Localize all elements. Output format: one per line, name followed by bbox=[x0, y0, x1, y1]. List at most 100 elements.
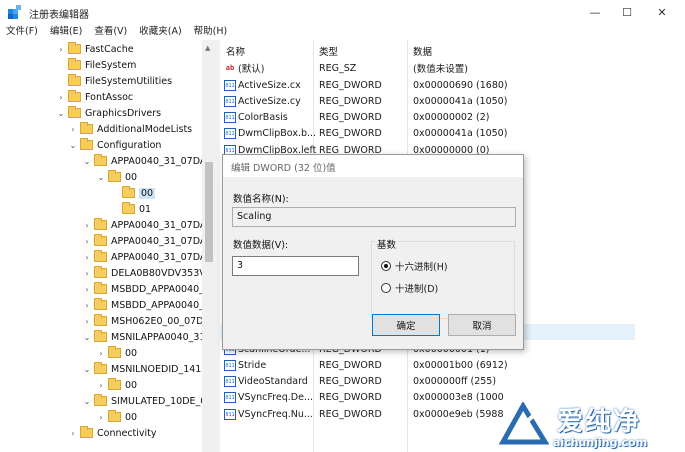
tree-item[interactable]: › 00 bbox=[96, 409, 137, 425]
chevron-right-icon[interactable]: › bbox=[96, 413, 106, 422]
tree-item[interactable]: 01 bbox=[110, 201, 151, 217]
scroll-up-icon[interactable]: ▲ bbox=[205, 44, 210, 52]
value-data-label: 数值数据(V): bbox=[233, 240, 289, 251]
chevron-right-icon[interactable]: › bbox=[56, 45, 66, 54]
ok-button[interactable]: 确定 bbox=[372, 314, 440, 336]
column-header-type[interactable]: 类型 bbox=[319, 44, 338, 58]
folder-icon bbox=[80, 122, 93, 134]
list-item[interactable]: 011 VideoStandard REG_DWORD 0x000000ff (… bbox=[220, 373, 635, 389]
tree-item[interactable]: › 00 bbox=[96, 345, 137, 361]
chevron-down-icon[interactable]: ⌄ bbox=[82, 333, 92, 342]
chevron-right-icon[interactable]: › bbox=[82, 237, 92, 246]
chevron-down-icon[interactable]: ⌄ bbox=[68, 141, 78, 150]
chevron-down-icon[interactable]: ⌄ bbox=[56, 109, 66, 118]
tree-item-label: 01 bbox=[139, 203, 152, 215]
menu-favorites[interactable]: 收藏夹(A) bbox=[133, 24, 187, 40]
menu-view[interactable]: 查看(V) bbox=[88, 24, 133, 40]
chevron-right-icon[interactable]: › bbox=[56, 93, 66, 102]
tree-item-label: FontAssoc bbox=[85, 91, 134, 103]
chevron-right-icon[interactable]: › bbox=[82, 253, 92, 262]
tree-scrollbar[interactable]: ▲ bbox=[202, 40, 216, 452]
tree-item[interactable]: ⌄ 00 bbox=[96, 169, 137, 185]
hex-radio-label: 十六进制(H) bbox=[395, 262, 448, 273]
chevron-right-icon[interactable]: › bbox=[82, 285, 92, 294]
tree-item[interactable]: › APPA0040_31_07DA bbox=[82, 217, 206, 233]
folder-icon bbox=[94, 234, 107, 246]
folder-icon bbox=[94, 250, 107, 262]
tree-item-label: APPA0040_31_07DA bbox=[111, 235, 207, 247]
tree-item-label: APPA0040_31_07DA bbox=[111, 251, 207, 263]
dec-radio[interactable]: 十进制(D) bbox=[381, 281, 438, 295]
tree-item[interactable]: FileSystem bbox=[56, 57, 136, 73]
tree-item-label: DELA0B80VDV353V bbox=[111, 267, 206, 279]
tree-item[interactable]: ⌄ GraphicsDrivers bbox=[56, 105, 161, 121]
list-item[interactable]: 011 ActiveSize.cy REG_DWORD 0x0000041a (… bbox=[220, 93, 635, 109]
menu-edit[interactable]: 编辑(E) bbox=[44, 24, 88, 40]
close-button[interactable]: ✕ bbox=[645, 0, 679, 24]
menu-file[interactable]: 文件(F) bbox=[0, 24, 44, 40]
cancel-button[interactable]: 取消 bbox=[448, 314, 516, 336]
tree-item[interactable]: › 00 bbox=[96, 377, 137, 393]
chevron-right-icon[interactable]: › bbox=[82, 221, 92, 230]
tree-item-selected[interactable]: 00 bbox=[110, 185, 156, 201]
chevron-down-icon[interactable]: ⌄ bbox=[96, 173, 106, 182]
minimize-button[interactable]: — bbox=[578, 0, 612, 24]
column-header-name[interactable]: 名称 bbox=[226, 44, 245, 58]
value-data-field[interactable]: 3 bbox=[232, 256, 359, 276]
chevron-right-icon[interactable]: › bbox=[82, 317, 92, 326]
tree-item[interactable]: › AdditionalModeLists bbox=[68, 121, 192, 137]
tree-item[interactable]: › MSBDD_APPA0040_ bbox=[82, 297, 204, 313]
tree-item-label: 00 bbox=[125, 379, 138, 391]
folder-icon bbox=[108, 410, 121, 422]
maximize-button[interactable]: ☐ bbox=[610, 0, 644, 24]
tree-item[interactable]: ⌄ Configuration bbox=[68, 137, 161, 153]
folder-icon bbox=[122, 202, 135, 214]
tree-item[interactable]: › DELA0B80VDV353V bbox=[82, 265, 206, 281]
chevron-right-icon[interactable]: › bbox=[96, 381, 106, 390]
registry-tree: › FastCache FileSystem FileSystemUtilitie… bbox=[0, 40, 216, 452]
regedit-app-icon bbox=[8, 5, 21, 19]
tree-item-label: MSBDD_APPA0040_ bbox=[111, 283, 204, 295]
menu-help[interactable]: 帮助(H) bbox=[188, 24, 234, 40]
tree-item[interactable]: ⌄ SIMULATED_10DE_0 bbox=[82, 393, 206, 409]
chevron-down-icon[interactable]: ⌄ bbox=[82, 157, 92, 166]
tree-item[interactable]: › FontAssoc bbox=[56, 89, 133, 105]
folder-icon bbox=[68, 74, 81, 86]
tree-item[interactable]: ⌄ MSNILAPPA0040_31 bbox=[82, 329, 206, 345]
list-item[interactable]: 011 ActiveSize.cx REG_DWORD 0x00000690 (… bbox=[220, 77, 635, 93]
menu-bar: 文件(F) 编辑(E) 查看(V) 收藏夹(A) 帮助(H) bbox=[0, 24, 685, 40]
tree-item[interactable]: › FastCache bbox=[56, 41, 134, 57]
chevron-right-icon[interactable]: › bbox=[82, 301, 92, 310]
tree-item-label: 00 bbox=[125, 347, 138, 359]
list-item[interactable]: ab (默认) REG_SZ (数值未设置) bbox=[220, 60, 635, 76]
edit-dword-dialog: 编辑 DWORD (32 位)值 数值名称(N): Scaling 数值数据(V… bbox=[222, 154, 524, 350]
tree-item-label: MSNILNOEDID_141 bbox=[111, 363, 202, 375]
scrollbar-thumb[interactable] bbox=[205, 162, 213, 262]
binary-value-icon: 011 bbox=[224, 391, 236, 403]
tree-item[interactable]: ⌄ APPA0040_31_07DA bbox=[82, 153, 206, 169]
chevron-down-icon[interactable]: ⌄ bbox=[82, 397, 92, 406]
tree-item-label: AdditionalModeLists bbox=[97, 123, 193, 135]
tree-item[interactable]: › APPA0040_31_07DA bbox=[82, 233, 206, 249]
tree-item[interactable]: › MSBDD_APPA0040_ bbox=[82, 281, 204, 297]
tree-item[interactable]: FileSystemUtilities bbox=[56, 73, 172, 89]
chevron-down-icon[interactable]: ⌄ bbox=[82, 365, 92, 374]
value-name-field[interactable]: Scaling bbox=[232, 207, 516, 227]
dialog-title-bar[interactable]: 编辑 DWORD (32 位)值 bbox=[223, 155, 523, 177]
chevron-right-icon[interactable]: › bbox=[82, 269, 92, 278]
tree-item[interactable]: › Connectivity bbox=[68, 425, 157, 441]
chevron-right-icon[interactable]: › bbox=[68, 429, 78, 438]
tree-item[interactable]: › MSH062E0_00_07DE bbox=[82, 313, 210, 329]
chevron-right-icon[interactable]: › bbox=[68, 125, 78, 134]
hex-radio[interactable]: 十六进制(H) bbox=[381, 259, 448, 273]
list-item[interactable]: 011 Stride REG_DWORD 0x00001b00 (6912) bbox=[220, 357, 635, 373]
chevron-right-icon[interactable]: › bbox=[96, 349, 106, 358]
list-item[interactable]: 011 ColorBasis REG_DWORD 0x00000002 (2) bbox=[220, 109, 635, 125]
tree-item[interactable]: ⌄ MSNILNOEDID_141 bbox=[82, 361, 201, 377]
tree-item-label: SIMULATED_10DE_0 bbox=[111, 395, 207, 407]
list-item[interactable]: 011 DwmClipBox.b... REG_DWORD 0x0000041a… bbox=[220, 125, 635, 141]
folder-icon bbox=[94, 314, 107, 326]
watermark-url: aichunjing.com bbox=[553, 436, 648, 449]
tree-item[interactable]: › APPA0040_31_07DA bbox=[82, 249, 206, 265]
column-header-data[interactable]: 数据 bbox=[413, 44, 432, 58]
